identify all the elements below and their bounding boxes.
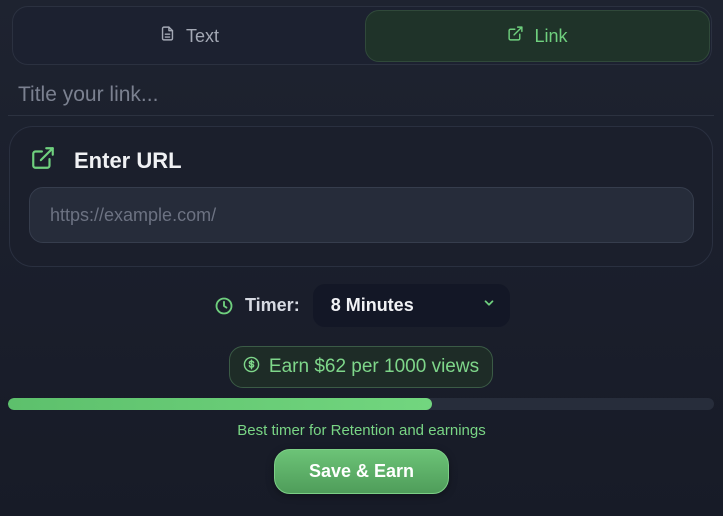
save-earn-button[interactable]: Save & Earn — [274, 449, 449, 494]
progress-fill — [8, 398, 432, 410]
url-input[interactable] — [29, 187, 694, 243]
url-card-header: Enter URL — [30, 145, 182, 176]
tab-link[interactable]: Link — [365, 10, 710, 62]
url-card: Enter URL — [9, 126, 713, 267]
tab-link-label: Link — [534, 25, 568, 46]
progress-bar — [8, 398, 714, 410]
timer-hint: Best timer for Retention and earnings — [237, 422, 486, 439]
mode-tabs: Text Link — [12, 6, 712, 65]
title-divider — [8, 115, 714, 116]
timer-row: Timer: 8 Minutes — [214, 284, 510, 327]
external-link-icon — [507, 25, 524, 47]
tab-text-label: Text — [185, 25, 219, 46]
tab-text[interactable]: Text — [16, 10, 362, 62]
timer-label: Timer: — [245, 295, 300, 315]
earn-badge: Earn $62 per 1000 views — [229, 346, 493, 388]
dollar-icon — [243, 356, 260, 379]
document-icon — [159, 25, 176, 47]
timer-selected-value: 8 Minutes — [330, 295, 414, 315]
url-card-title: Enter URL — [74, 147, 182, 173]
earn-badge-text: Earn $62 per 1000 views — [268, 356, 480, 377]
external-link-icon — [30, 145, 56, 176]
chevron-down-icon — [482, 296, 496, 315]
title-input[interactable] — [18, 78, 708, 112]
clock-icon — [214, 296, 234, 316]
timer-select[interactable]: 8 Minutes — [312, 284, 510, 327]
